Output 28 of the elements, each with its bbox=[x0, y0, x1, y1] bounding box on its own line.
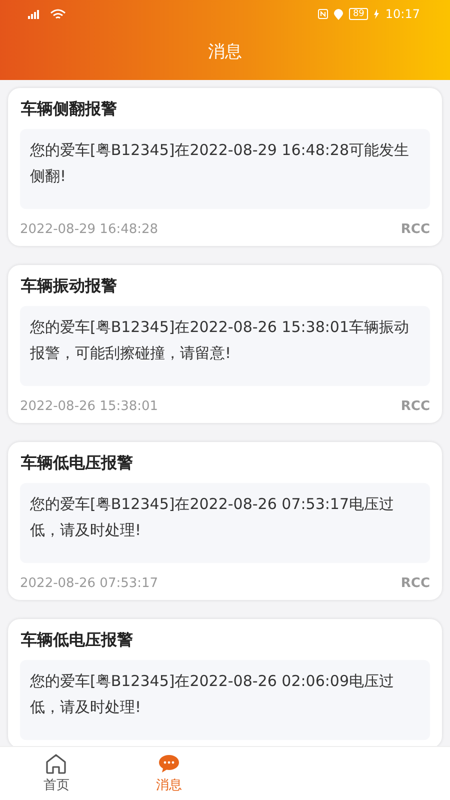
tab-button[interactable]: 首页 bbox=[0, 747, 112, 800]
message-body: 您的爱车[粤B12345]在2022-08-29 16:48:28可能发生侧翻! bbox=[30, 141, 410, 185]
message-time: 2022-08-26 07:53:17 bbox=[20, 576, 158, 592]
message-body: 您的爱车[粤B12345]在2022-08-26 15:38:01车辆振动报警，可能刮擦碰撞，请留意! bbox=[30, 318, 410, 362]
message-title: 车辆低电压报警 bbox=[21, 453, 133, 472]
message-title: 车辆低电压报警 bbox=[21, 630, 133, 649]
charging-icon bbox=[374, 9, 380, 19]
clock-time: 10:17 bbox=[385, 7, 420, 21]
page-title: 消息 bbox=[208, 42, 242, 62]
message-body: 您的爱车[粤B12345]在2022-08-26 07:53:17电压过低，请及时处理! bbox=[30, 495, 394, 539]
message-card[interactable]: 车辆低电压报警 您的爱车[粤B12345]在2022-08-26 02:06:09电压过低，请及时处理! bbox=[8, 619, 442, 746]
chat-bubble-icon bbox=[158, 754, 180, 774]
message-source: RCC bbox=[400, 576, 430, 592]
wifi-icon bbox=[50, 8, 66, 20]
nfc-icon bbox=[318, 9, 328, 19]
message-card[interactable]: 车辆振动报警 您的爱车[粤B12345]在2022-08-26 15:38:01车辆振动报警，可能刮擦碰撞，请留意! 2022-08-26 15:38:01 RCC bbox=[8, 265, 442, 423]
message-title: 车辆侧翻报警 bbox=[21, 99, 117, 118]
message-source: RCC bbox=[400, 399, 430, 415]
message-card[interactable]: 车辆侧翻报警 您的爱车[粤B12345]在2022-08-29 16:48:28可能发生侧翻! 2022-08-29 16:48:28 RCC bbox=[8, 88, 442, 246]
message-time: 2022-08-26 15:38:01 bbox=[20, 399, 158, 415]
home-icon bbox=[45, 754, 68, 774]
message-title: 车辆振动报警 bbox=[21, 276, 117, 295]
message-source: RCC bbox=[400, 222, 430, 238]
battery-level: 89 bbox=[348, 8, 368, 20]
message-body: 您的爱车[粤B12345]在2022-08-26 02:06:09电压过低，请及时处理! bbox=[30, 672, 394, 716]
message-time: 2022-08-29 16:48:28 bbox=[20, 222, 158, 238]
location-icon bbox=[334, 8, 343, 20]
message-card[interactable]: 车辆低电压报警 您的爱车[粤B12345]在2022-08-26 07:53:17电压过低，请及时处理! 2022-08-26 07:53:17 RCC bbox=[8, 442, 442, 600]
